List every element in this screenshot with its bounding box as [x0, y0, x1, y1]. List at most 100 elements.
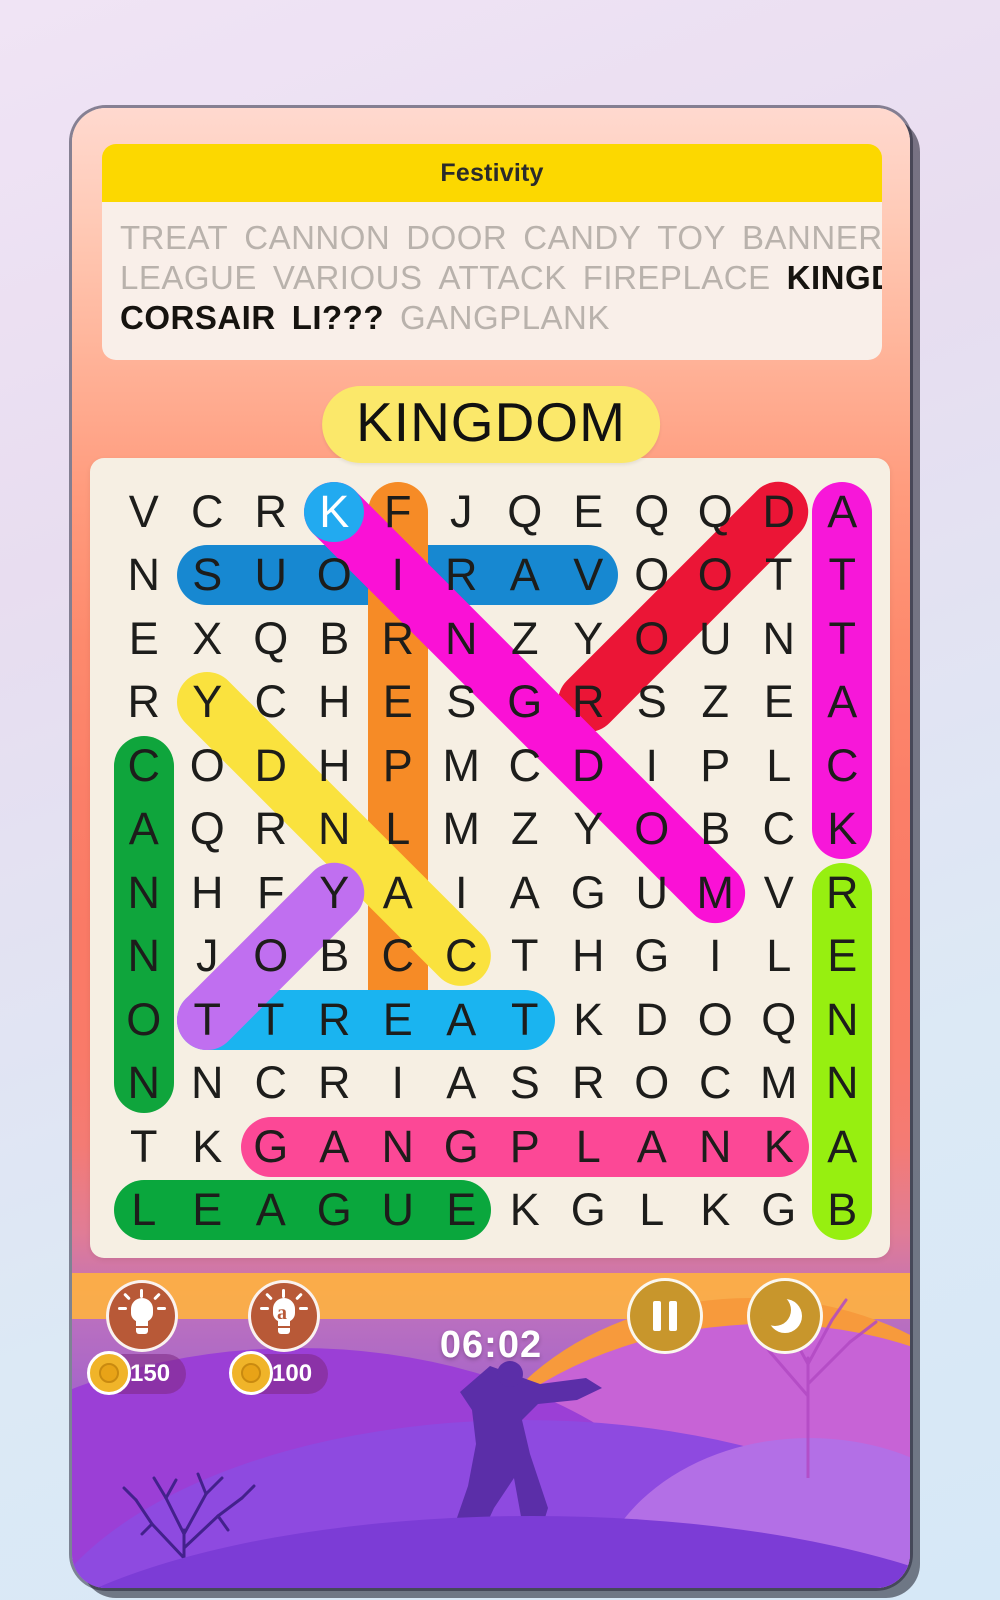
- grid-cell[interactable]: X: [173, 605, 241, 673]
- grid-cell[interactable]: Q: [491, 478, 559, 546]
- grid-cell[interactable]: G: [300, 1176, 368, 1244]
- grid-cell[interactable]: R: [110, 668, 178, 736]
- grid-cell[interactable]: F: [364, 478, 432, 546]
- grid-cell[interactable]: E: [173, 1176, 241, 1244]
- grid-cell[interactable]: K: [491, 1176, 559, 1244]
- grid-cell[interactable]: B: [681, 795, 749, 863]
- grid-cell[interactable]: A: [300, 1113, 368, 1181]
- grid-cell[interactable]: T: [173, 986, 241, 1054]
- hint-reveal-letter-button[interactable]: a: [248, 1280, 320, 1352]
- grid-cell[interactable]: S: [618, 668, 686, 736]
- grid-cell[interactable]: N: [110, 859, 178, 927]
- grid-cell[interactable]: N: [110, 922, 178, 990]
- grid-cell[interactable]: H: [300, 668, 368, 736]
- grid-cell[interactable]: O: [618, 1049, 686, 1117]
- grid-cell[interactable]: A: [364, 859, 432, 927]
- grid-cell[interactable]: S: [491, 1049, 559, 1117]
- grid-cell[interactable]: R: [364, 605, 432, 673]
- grid-cell[interactable]: A: [808, 668, 876, 736]
- grid-cell[interactable]: O: [173, 732, 241, 800]
- grid-cell[interactable]: A: [618, 1113, 686, 1181]
- grid-cell[interactable]: I: [364, 541, 432, 609]
- grid-cell[interactable]: C: [364, 922, 432, 990]
- grid-cell[interactable]: D: [554, 732, 622, 800]
- grid-cell[interactable]: Z: [681, 668, 749, 736]
- grid-cell[interactable]: B: [300, 922, 368, 990]
- grid-cell[interactable]: Q: [681, 478, 749, 546]
- grid-cell[interactable]: K: [554, 986, 622, 1054]
- grid-cell[interactable]: D: [237, 732, 305, 800]
- grid-cell[interactable]: Y: [554, 605, 622, 673]
- grid-cell[interactable]: U: [364, 1176, 432, 1244]
- grid-cell[interactable]: R: [237, 795, 305, 863]
- grid-cell[interactable]: A: [110, 795, 178, 863]
- hint-reveal-word-button[interactable]: [106, 1280, 178, 1352]
- grid-cell[interactable]: G: [427, 1113, 495, 1181]
- grid-cell[interactable]: O: [300, 541, 368, 609]
- grid-cell[interactable]: I: [427, 859, 495, 927]
- grid-cell[interactable]: K: [745, 1113, 813, 1181]
- grid-cell[interactable]: G: [237, 1113, 305, 1181]
- grid-cell[interactable]: H: [173, 859, 241, 927]
- grid-cell[interactable]: C: [110, 732, 178, 800]
- grid-cell[interactable]: P: [364, 732, 432, 800]
- grid-cell[interactable]: V: [110, 478, 178, 546]
- grid-cell[interactable]: N: [427, 605, 495, 673]
- night-mode-button[interactable]: [747, 1278, 823, 1354]
- grid-cell[interactable]: J: [427, 478, 495, 546]
- grid-cell[interactable]: L: [364, 795, 432, 863]
- pause-button[interactable]: [627, 1278, 703, 1354]
- grid-cell[interactable]: T: [491, 922, 559, 990]
- grid-cell[interactable]: O: [618, 795, 686, 863]
- grid-cell[interactable]: I: [364, 1049, 432, 1117]
- grid-cell[interactable]: O: [618, 541, 686, 609]
- grid-cell[interactable]: A: [237, 1176, 305, 1244]
- grid-cell[interactable]: L: [554, 1113, 622, 1181]
- grid-cell[interactable]: A: [808, 478, 876, 546]
- grid-cell[interactable]: R: [300, 1049, 368, 1117]
- grid-cell[interactable]: Y: [554, 795, 622, 863]
- grid-cell[interactable]: U: [681, 605, 749, 673]
- grid-cell[interactable]: E: [745, 668, 813, 736]
- grid-cell[interactable]: H: [554, 922, 622, 990]
- grid-cell[interactable]: D: [745, 478, 813, 546]
- grid-cell[interactable]: Z: [491, 795, 559, 863]
- letters-layer[interactable]: VCRKFJQEQQDANSUOIRAVOOTTEXQBRNZYOUNTRYCH…: [90, 458, 890, 1258]
- grid-cell[interactable]: G: [554, 1176, 622, 1244]
- grid-cell[interactable]: E: [554, 478, 622, 546]
- grid-cell[interactable]: N: [173, 1049, 241, 1117]
- grid-cell[interactable]: C: [808, 732, 876, 800]
- grid-cell[interactable]: O: [110, 986, 178, 1054]
- grid-cell[interactable]: E: [427, 1176, 495, 1244]
- grid-cell[interactable]: E: [364, 668, 432, 736]
- grid-cell[interactable]: P: [681, 732, 749, 800]
- grid-cell[interactable]: R: [237, 478, 305, 546]
- grid-cell[interactable]: O: [237, 922, 305, 990]
- grid-cell[interactable]: N: [808, 1049, 876, 1117]
- grid-cell[interactable]: C: [745, 795, 813, 863]
- grid-cell[interactable]: R: [427, 541, 495, 609]
- grid-cell[interactable]: B: [808, 1176, 876, 1244]
- grid-cell[interactable]: C: [173, 478, 241, 546]
- grid-cell[interactable]: G: [745, 1176, 813, 1244]
- grid-cell[interactable]: R: [808, 859, 876, 927]
- grid-cell[interactable]: T: [745, 541, 813, 609]
- grid-cell[interactable]: A: [808, 1113, 876, 1181]
- grid-cell[interactable]: A: [427, 986, 495, 1054]
- grid-cell[interactable]: G: [618, 922, 686, 990]
- grid-cell[interactable]: E: [808, 922, 876, 990]
- grid-cell[interactable]: T: [808, 541, 876, 609]
- grid-cell[interactable]: C: [237, 1049, 305, 1117]
- grid-cell[interactable]: A: [491, 859, 559, 927]
- grid-cell[interactable]: S: [427, 668, 495, 736]
- grid-cell[interactable]: Z: [491, 605, 559, 673]
- grid-cell[interactable]: R: [300, 986, 368, 1054]
- grid-cell[interactable]: H: [300, 732, 368, 800]
- grid-cell[interactable]: E: [110, 605, 178, 673]
- grid-cell[interactable]: K: [300, 478, 368, 546]
- grid-cell[interactable]: Y: [300, 859, 368, 927]
- grid-cell[interactable]: C: [427, 922, 495, 990]
- grid-cell[interactable]: O: [618, 605, 686, 673]
- grid-cell[interactable]: O: [681, 541, 749, 609]
- grid-cell[interactable]: N: [745, 605, 813, 673]
